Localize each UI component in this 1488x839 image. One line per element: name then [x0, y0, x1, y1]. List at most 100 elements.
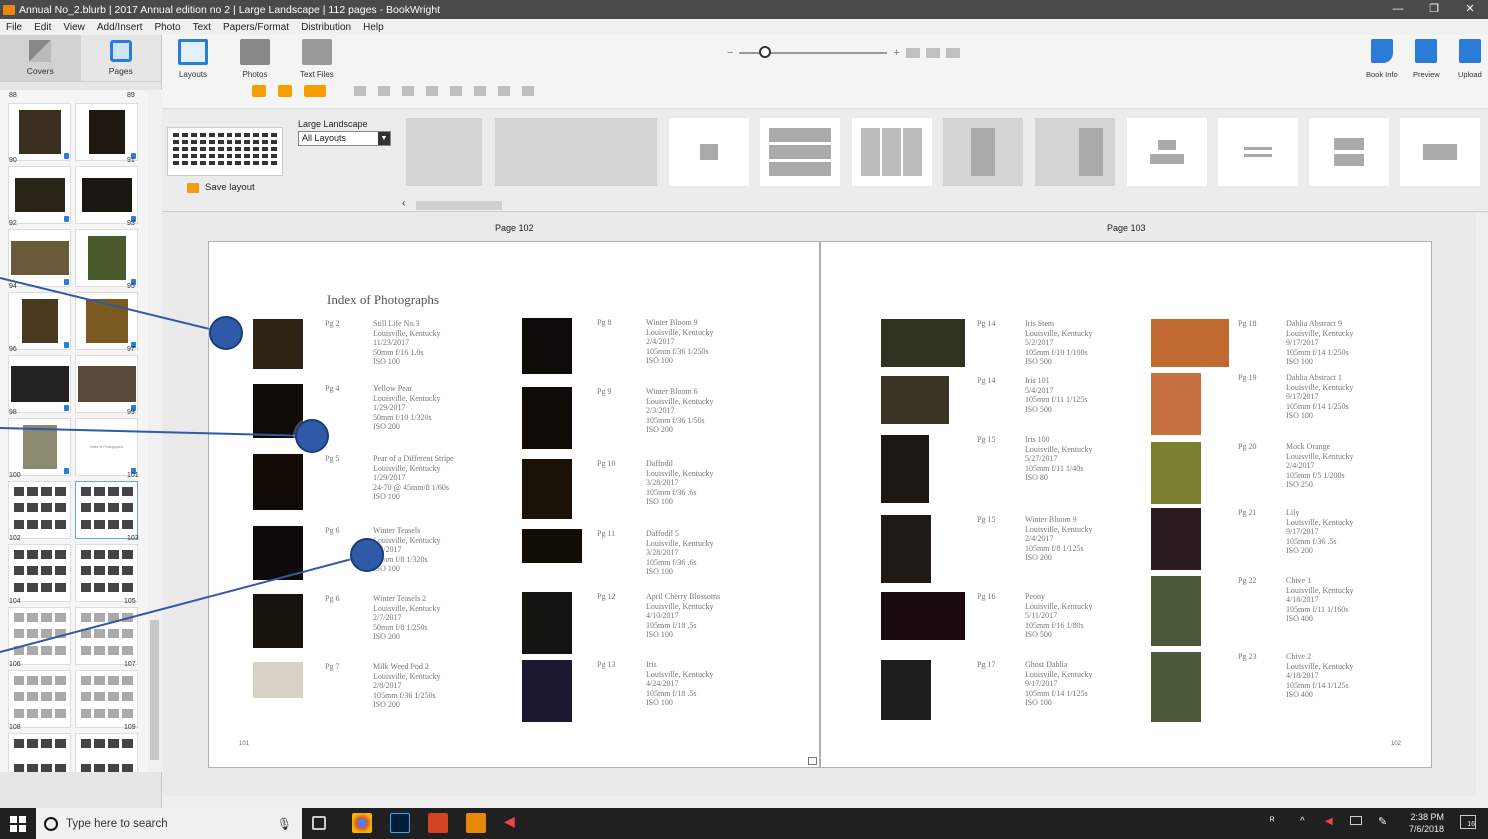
left-page[interactable]: Index of Photographs Pg 2 Still Life No.3…	[208, 241, 820, 768]
page-thumb[interactable]	[8, 733, 71, 772]
index-photo[interactable]	[1151, 508, 1201, 570]
align-right-icon[interactable]	[402, 86, 414, 96]
menu-view[interactable]: View	[57, 22, 91, 33]
index-photo[interactable]	[253, 454, 303, 510]
menu-photo[interactable]: Photo	[148, 22, 186, 33]
book-info-button[interactable]: Book Info	[1366, 39, 1398, 79]
index-photo[interactable]	[881, 376, 949, 424]
thumbnail-scrollbar[interactable]	[148, 90, 162, 772]
zoom-slider[interactable]	[739, 46, 888, 58]
clock[interactable]: 2:38 PM 7/6/2018	[1409, 811, 1444, 835]
page-thumb[interactable]	[75, 103, 138, 161]
menu-file[interactable]: File	[0, 22, 28, 33]
page-thumb[interactable]	[75, 670, 138, 728]
distribute-horizontal-icon[interactable]	[498, 86, 510, 96]
tab-pages[interactable]: Pages	[81, 35, 162, 81]
align-middle-icon[interactable]	[450, 86, 462, 96]
start-button[interactable]	[0, 808, 36, 839]
index-photo[interactable]	[522, 660, 572, 722]
page-thumb[interactable]	[8, 544, 71, 602]
save-layout-button[interactable]: Save layout	[187, 182, 255, 193]
layout-option[interactable]	[1218, 118, 1298, 186]
audio-app-icon[interactable]: ◀	[504, 813, 524, 833]
spread-102-103[interactable]	[8, 481, 139, 539]
menu-text[interactable]: Text	[187, 22, 217, 33]
page-thumb[interactable]	[75, 292, 138, 350]
index-photo[interactable]	[1151, 442, 1201, 504]
align-left-icon[interactable]	[354, 86, 366, 96]
spread-108-109[interactable]	[8, 670, 139, 728]
text-box-icon[interactable]	[278, 85, 292, 97]
menu-edit[interactable]: Edit	[28, 22, 57, 33]
index-photo[interactable]	[881, 515, 931, 583]
powerpoint-icon[interactable]	[428, 813, 448, 833]
page-thumb[interactable]	[75, 355, 138, 413]
chevron-up-icon[interactable]: ^	[1300, 816, 1305, 827]
menu-papers-format[interactable]: Papers/Format	[217, 22, 295, 33]
index-photo[interactable]	[881, 660, 931, 720]
network-icon[interactable]	[1350, 816, 1362, 825]
page-thumb[interactable]: Index of Photographs	[75, 418, 138, 476]
tab-covers[interactable]: Covers	[0, 35, 81, 81]
canvas-vertical-scrollbar[interactable]	[1476, 213, 1488, 808]
zoom-in-button[interactable]: +	[893, 47, 899, 59]
chrome-icon[interactable]	[352, 813, 372, 833]
photos-button[interactable]: Photos	[240, 39, 270, 79]
notifications-icon[interactable]: 16	[1460, 815, 1476, 829]
volume-icon[interactable]: ◀	[1325, 816, 1333, 827]
spread-104-105[interactable]	[8, 544, 139, 602]
page-options-icon[interactable]	[808, 757, 817, 765]
index-photo[interactable]	[522, 529, 582, 563]
layout-option[interactable]	[495, 118, 657, 186]
page-thumb[interactable]	[8, 292, 71, 350]
page-thumb[interactable]	[75, 607, 138, 665]
zoom-knob-icon[interactable]	[759, 46, 772, 58]
zoom-out-button[interactable]: −	[727, 47, 733, 59]
index-photo[interactable]	[881, 592, 965, 640]
page-thumb[interactable]	[8, 166, 71, 224]
photoshop-icon[interactable]	[390, 813, 410, 833]
menu-distribution[interactable]: Distribution	[295, 22, 357, 33]
index-photo[interactable]	[253, 526, 303, 580]
page-thumb[interactable]	[8, 418, 71, 476]
page-thumb[interactable]	[8, 103, 71, 161]
guides-icon[interactable]	[945, 48, 960, 58]
microphone-icon[interactable]: 🎙	[277, 817, 292, 831]
page-thumb[interactable]	[75, 733, 138, 772]
layouts-scrollbar[interactable]: ‹ ›	[402, 198, 1480, 210]
layout-option[interactable]	[406, 118, 482, 186]
pen-icon[interactable]: ✎	[1378, 815, 1387, 828]
fit-icon[interactable]	[905, 48, 920, 58]
index-photo[interactable]	[881, 435, 929, 503]
index-photo[interactable]	[1151, 576, 1201, 646]
text-files-button[interactable]: Text Files	[300, 39, 334, 79]
right-page[interactable]: Pg 14 Iris Stem Louisville, Kentucky 5/2/…	[820, 241, 1432, 768]
page-thumb[interactable]	[75, 544, 138, 602]
grid-icon[interactable]	[925, 48, 940, 58]
layout-option[interactable]	[669, 118, 749, 186]
index-photo[interactable]	[253, 662, 303, 698]
layout-option[interactable]	[852, 118, 932, 186]
canvas-horizontal-scrollbar[interactable]	[162, 796, 1488, 808]
spread-92-93[interactable]	[8, 166, 139, 224]
spread-106-107[interactable]	[8, 607, 139, 665]
layout-option[interactable]	[1127, 118, 1207, 186]
index-photo[interactable]	[253, 319, 303, 369]
index-photo[interactable]	[1151, 373, 1201, 435]
distribute-vertical-icon[interactable]	[522, 86, 534, 96]
align-center-icon[interactable]	[378, 86, 390, 96]
layout-filter-select[interactable]: All Layouts ▼	[298, 131, 391, 146]
menu-help[interactable]: Help	[357, 22, 390, 33]
layout-option[interactable]	[1400, 118, 1480, 186]
spread-110-111[interactable]	[8, 733, 139, 772]
page-thumb[interactable]	[8, 355, 71, 413]
spread-94-95[interactable]	[8, 229, 139, 287]
menu-add-insert[interactable]: Add/Insert	[91, 22, 149, 33]
index-photo[interactable]	[522, 318, 572, 374]
layouts-button[interactable]: Layouts	[178, 39, 208, 79]
minimize-button[interactable]: —	[1380, 0, 1416, 19]
scroll-left-icon[interactable]: ‹	[402, 198, 405, 209]
taskbar-search[interactable]: Type here to search 🎙	[36, 808, 302, 839]
index-photo[interactable]	[881, 319, 965, 367]
maximize-button[interactable]: ❐	[1416, 0, 1452, 19]
